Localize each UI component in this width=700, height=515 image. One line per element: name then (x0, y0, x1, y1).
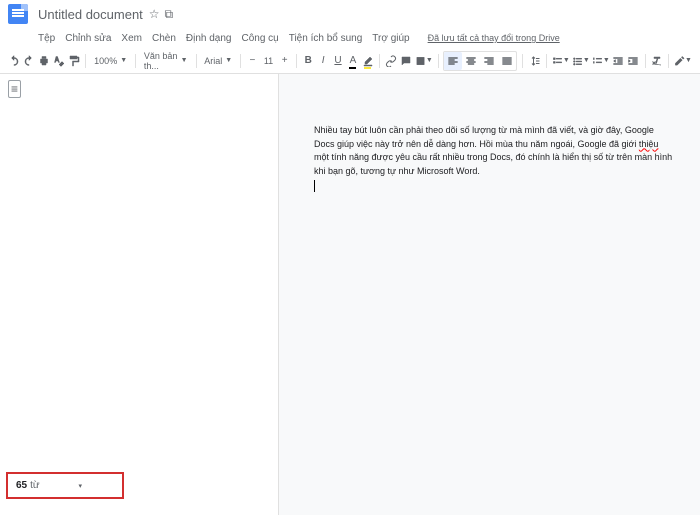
increase-indent-button[interactable] (627, 52, 640, 70)
outline-panel: ≡ (0, 74, 278, 515)
comment-button[interactable] (400, 52, 413, 70)
drive-save-status[interactable]: Đã lưu tất cả thay đổi trong Drive (428, 33, 560, 43)
menu-format[interactable]: Định dạng (186, 33, 232, 44)
menu-help[interactable]: Trợ giúp (372, 33, 409, 44)
menu-edit[interactable]: Chỉnh sửa (65, 33, 111, 44)
text-cursor (314, 180, 315, 192)
menu-insert[interactable]: Chèn (152, 33, 176, 44)
decrease-indent-button[interactable] (612, 52, 625, 70)
decrease-font-button[interactable]: − (246, 52, 259, 70)
menu-addons[interactable]: Tiện ích bổ sung (289, 33, 363, 44)
menu-view[interactable]: Xem (121, 33, 142, 44)
align-center-button[interactable] (462, 52, 480, 70)
underline-button[interactable]: U (332, 52, 345, 70)
document-paragraph[interactable]: Nhiều tay bút luôn cần phải theo dõi số … (314, 124, 674, 197)
toolbar: 100%▼ Văn bản th...▼ Arial▼ − 11 + B I U… (0, 48, 700, 74)
spellcheck-word[interactable]: thiệu (639, 139, 659, 149)
style-dropdown[interactable]: Văn bản th...▼ (141, 51, 191, 71)
highlight-button[interactable] (361, 52, 374, 70)
italic-button[interactable]: I (317, 52, 330, 70)
menu-tools[interactable]: Công cụ (241, 33, 278, 44)
image-button[interactable]: ▼ (415, 52, 433, 70)
line-spacing-button[interactable] (528, 52, 541, 70)
align-right-button[interactable] (480, 52, 498, 70)
editing-mode-button[interactable]: ▼ (674, 52, 692, 70)
star-icon[interactable]: ☆ (149, 7, 160, 21)
document-title[interactable]: Untitled document (38, 7, 143, 22)
link-button[interactable] (385, 52, 398, 70)
font-dropdown[interactable]: Arial▼ (201, 56, 235, 66)
print-button[interactable] (38, 52, 51, 70)
bold-button[interactable]: B (302, 52, 315, 70)
redo-button[interactable] (23, 52, 36, 70)
text-color-button[interactable]: A (346, 52, 359, 70)
numbered-list-button[interactable]: ▼ (592, 52, 610, 70)
align-justify-button[interactable] (498, 52, 516, 70)
menu-file[interactable]: Tệp (38, 33, 55, 44)
zoom-dropdown[interactable]: 100%▼ (91, 56, 130, 66)
format-paint-button[interactable] (68, 52, 81, 70)
outline-toggle-icon[interactable]: ≡ (8, 80, 21, 98)
spellcheck-button[interactable] (53, 52, 66, 70)
word-count-widget[interactable]: 65từ ▾ (6, 472, 124, 499)
undo-button[interactable] (8, 52, 21, 70)
docs-logo[interactable] (8, 4, 28, 24)
menubar: Tệp Chỉnh sửa Xem Chèn Định dạng Công cụ… (0, 28, 700, 48)
clear-format-button[interactable] (650, 52, 663, 70)
checklist-button[interactable]: ▼ (552, 52, 570, 70)
font-size[interactable]: 11 (261, 56, 276, 66)
align-left-button[interactable] (444, 52, 462, 70)
move-folder-icon[interactable]: ⧉ (165, 7, 174, 22)
increase-font-button[interactable]: + (278, 52, 291, 70)
document-canvas[interactable]: Nhiều tay bút luôn cần phải theo dõi số … (278, 74, 700, 515)
chevron-down-icon[interactable]: ▾ (78, 482, 82, 490)
bulleted-list-button[interactable]: ▼ (572, 52, 590, 70)
